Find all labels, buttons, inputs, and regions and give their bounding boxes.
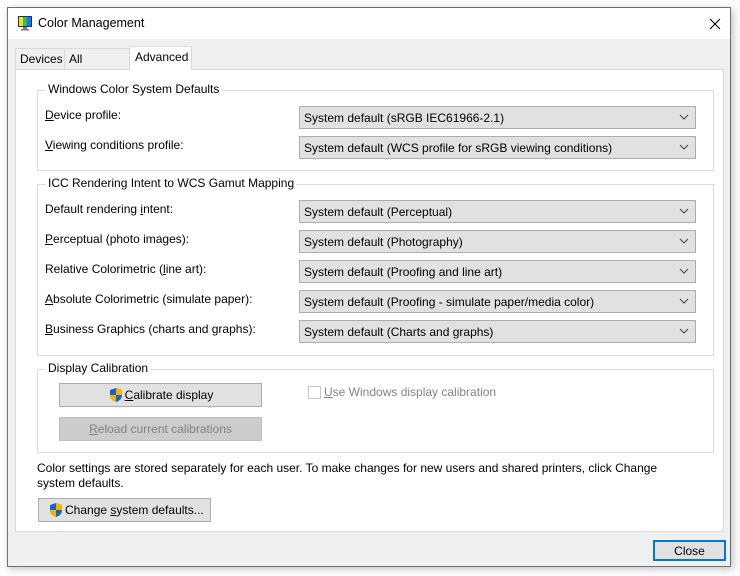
uac-shield-icon bbox=[50, 503, 62, 517]
calibrate-display-label: Calibrate display bbox=[124, 388, 214, 402]
viewing-conditions-value: System default (WCS profile for sRGB vie… bbox=[304, 141, 613, 155]
default-rendering-intent-label: Default rendering intent: bbox=[45, 202, 174, 216]
icc-mapping-title: ICC Rendering Intent to WCS Gamut Mappin… bbox=[46, 176, 297, 190]
relative-colorimetric-value: System default (Proofing and line art) bbox=[304, 265, 503, 279]
business-graphics-label: Business Graphics (charts and graphs): bbox=[45, 322, 256, 336]
default-rendering-intent-dropdown[interactable]: System default (Perceptual) bbox=[299, 200, 696, 223]
uac-shield-icon bbox=[109, 388, 122, 402]
use-windows-calibration-label: Use Windows display calibration bbox=[324, 385, 497, 399]
reload-calibrations-button[interactable]: Reload current calibrations bbox=[59, 417, 262, 441]
window-title: Color Management bbox=[38, 16, 145, 30]
viewing-conditions-dropdown[interactable]: System default (WCS profile for sRGB vie… bbox=[299, 136, 696, 159]
wcs-defaults-title: Windows Color System Defaults bbox=[46, 82, 222, 96]
device-profile-dropdown[interactable]: System default (sRGB IEC61966-2.1) bbox=[299, 106, 696, 129]
use-windows-calibration-checkbox[interactable] bbox=[308, 386, 321, 399]
change-system-defaults-button[interactable]: Change system defaults... bbox=[38, 498, 211, 522]
device-profile-value: System default (sRGB IEC61966-2.1) bbox=[304, 111, 505, 125]
device-profile-label: Device profile: bbox=[45, 108, 122, 122]
relative-colorimetric-label: Relative Colorimetric (line art): bbox=[45, 262, 207, 276]
business-graphics-value: System default (Charts and graphs) bbox=[304, 325, 494, 339]
perceptual-label: Perceptual (photo images): bbox=[45, 232, 190, 246]
chevron-down-icon bbox=[679, 208, 689, 214]
business-graphics-dropdown[interactable]: System default (Charts and graphs) bbox=[299, 320, 696, 343]
perceptual-value: System default (Photography) bbox=[304, 235, 463, 249]
tab-advanced[interactable]: Advanced bbox=[129, 46, 192, 70]
default-rendering-intent-value: System default (Perceptual) bbox=[304, 205, 453, 219]
perceptual-dropdown[interactable]: System default (Photography) bbox=[299, 230, 696, 253]
monitor-color-icon bbox=[18, 16, 32, 31]
tab-devices[interactable]: Devices bbox=[15, 48, 65, 69]
relative-colorimetric-dropdown[interactable]: System default (Proofing and line art) bbox=[299, 260, 696, 283]
close-button[interactable]: Close bbox=[653, 540, 726, 561]
title-bar: Color Management bbox=[8, 8, 730, 39]
chevron-down-icon bbox=[679, 298, 689, 304]
absolute-colorimetric-label: Absolute Colorimetric (simulate paper): bbox=[45, 292, 253, 306]
settings-note: Color settings are stored separately for… bbox=[37, 461, 658, 490]
tab-all-profiles[interactable]: All Profiles bbox=[64, 48, 130, 86]
advanced-tab-panel: Windows Color System Defaults Device pro… bbox=[15, 69, 724, 532]
close-icon bbox=[709, 18, 721, 29]
display-calibration-title: Display Calibration bbox=[46, 361, 151, 375]
chevron-down-icon bbox=[679, 328, 689, 334]
absolute-colorimetric-dropdown[interactable]: System default (Proofing - simulate pape… bbox=[299, 290, 696, 313]
absolute-colorimetric-value: System default (Proofing - simulate pape… bbox=[304, 295, 595, 309]
reload-calibrations-label: Reload current calibrations bbox=[89, 422, 232, 436]
chevron-down-icon bbox=[679, 114, 689, 120]
chevron-down-icon bbox=[679, 268, 689, 274]
close-window-button[interactable] bbox=[700, 8, 730, 39]
change-system-defaults-label: Change system defaults... bbox=[65, 503, 204, 517]
chevron-down-icon bbox=[679, 144, 689, 150]
color-management-window: Color Management Devices All Profiles Ad… bbox=[7, 7, 731, 567]
chevron-down-icon bbox=[679, 238, 689, 244]
calibrate-display-button[interactable]: Calibrate display bbox=[59, 383, 262, 407]
viewing-conditions-label: Viewing conditions profile: bbox=[45, 138, 184, 152]
